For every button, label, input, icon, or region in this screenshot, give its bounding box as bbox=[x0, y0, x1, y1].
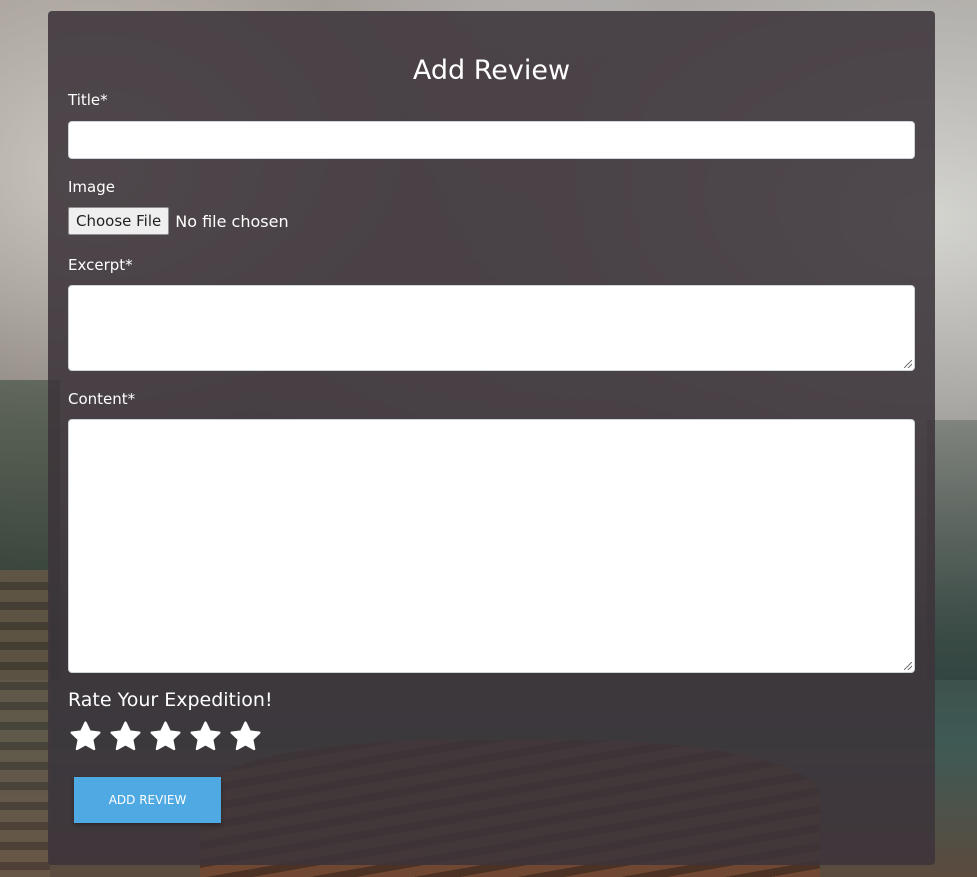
resize-handle-icon[interactable] bbox=[904, 662, 912, 670]
star-rating[interactable] bbox=[68, 719, 263, 754]
image-file-input[interactable]: Choose File No file chosen bbox=[68, 207, 289, 235]
add-review-button[interactable]: ADD REVIEW bbox=[74, 777, 221, 823]
star-icon[interactable] bbox=[108, 719, 143, 754]
star-icon[interactable] bbox=[228, 719, 263, 754]
file-status-text: No file chosen bbox=[175, 211, 289, 231]
background-dock bbox=[0, 570, 50, 877]
excerpt-textarea[interactable] bbox=[68, 285, 915, 371]
form-title: Add Review bbox=[412, 55, 571, 86]
title-input[interactable] bbox=[68, 121, 915, 159]
star-icon[interactable] bbox=[188, 719, 223, 754]
rating-label: Rate Your Expedition! bbox=[68, 689, 273, 711]
star-icon[interactable] bbox=[148, 719, 183, 754]
content-label: Content* bbox=[68, 390, 136, 408]
content-textarea[interactable] bbox=[68, 419, 915, 673]
excerpt-label: Excerpt* bbox=[68, 256, 133, 274]
review-form-panel: Add Review Title* Image Choose File No f… bbox=[48, 11, 935, 865]
resize-handle-icon[interactable] bbox=[904, 360, 912, 368]
title-label: Title* bbox=[68, 91, 108, 109]
choose-file-button[interactable]: Choose File bbox=[68, 207, 170, 235]
image-label: Image bbox=[68, 178, 115, 196]
star-icon[interactable] bbox=[68, 719, 103, 754]
